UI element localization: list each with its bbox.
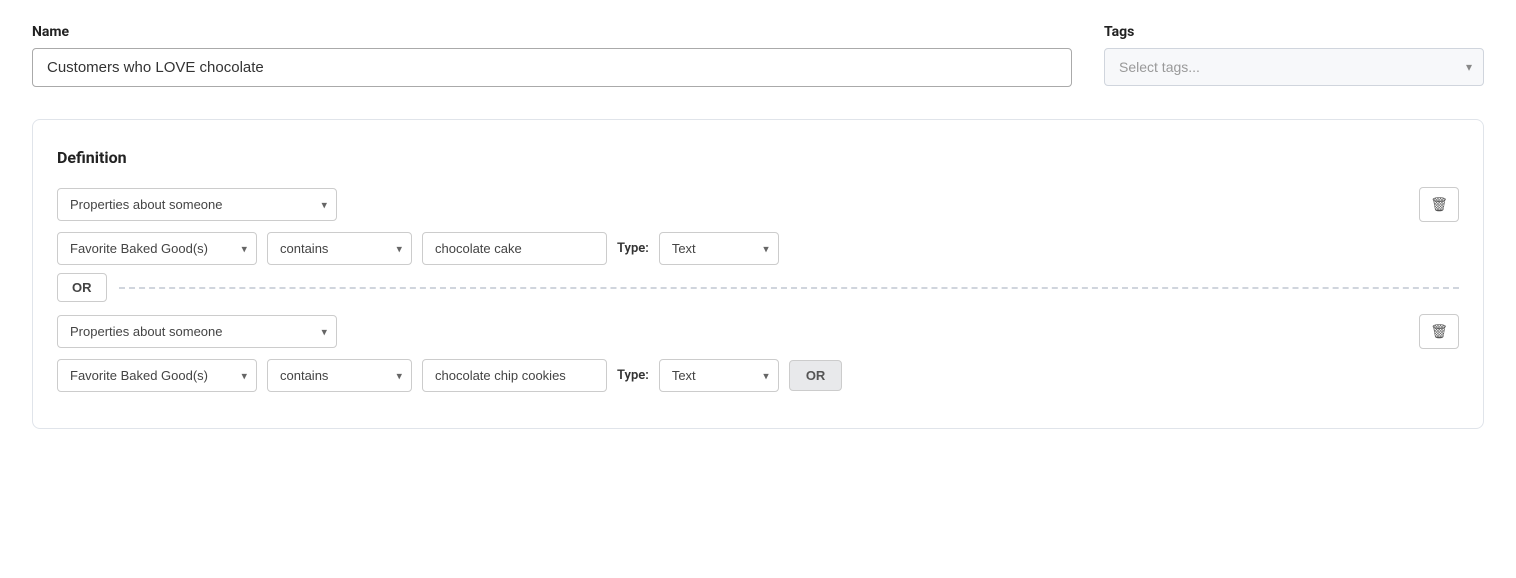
properties-row-2: Properties about someone ▾ 🗑 (57, 314, 1459, 349)
field-select-2[interactable]: Favorite Baked Good(s) (57, 359, 257, 392)
definition-section: Definition Properties about someone ▾ 🗑 … (32, 119, 1484, 429)
tags-select[interactable]: Select tags... (1104, 48, 1484, 86)
operator-dropdown-2[interactable]: contains ▾ (267, 359, 412, 392)
properties-select-1[interactable]: Properties about someone (57, 188, 337, 221)
name-group: Name (32, 24, 1072, 87)
filter-row-2: Favorite Baked Good(s) ▾ contains ▾ Type… (57, 359, 1459, 392)
condition-block-2: Properties about someone ▾ 🗑 Favorite Ba… (57, 314, 1459, 392)
delete-button-1[interactable]: 🗑 (1419, 187, 1459, 222)
filter-row-1: Favorite Baked Good(s) ▾ contains ▾ Type… (57, 232, 1459, 265)
tags-select-wrapper: Select tags... ▾ (1104, 48, 1484, 86)
or-action-button[interactable]: OR (789, 360, 843, 391)
delete-button-2[interactable]: 🗑 (1419, 314, 1459, 349)
type-label-2: Type: (617, 368, 649, 383)
properties-row-1: Properties about someone ▾ 🗑 (57, 187, 1459, 222)
field-dropdown-2[interactable]: Favorite Baked Good(s) ▾ (57, 359, 257, 392)
field-select-1[interactable]: Favorite Baked Good(s) (57, 232, 257, 265)
operator-dropdown-1[interactable]: contains ▾ (267, 232, 412, 265)
type-dropdown-1[interactable]: Text ▾ (659, 232, 779, 265)
condition-block-1: Properties about someone ▾ 🗑 Favorite Ba… (57, 187, 1459, 265)
value-input-1[interactable] (422, 232, 607, 265)
name-label: Name (32, 24, 1072, 40)
type-label-1: Type: (617, 241, 649, 256)
properties-select-2[interactable]: Properties about someone (57, 315, 337, 348)
properties-dropdown-2[interactable]: Properties about someone ▾ (57, 315, 337, 348)
name-input[interactable] (32, 48, 1072, 87)
tags-label: Tags (1104, 24, 1484, 40)
or-divider: OR (57, 273, 1459, 302)
operator-select-1[interactable]: contains (267, 232, 412, 265)
or-button[interactable]: OR (57, 273, 107, 302)
field-dropdown-1[interactable]: Favorite Baked Good(s) ▾ (57, 232, 257, 265)
tags-group: Tags Select tags... ▾ (1104, 24, 1484, 86)
value-input-2[interactable] (422, 359, 607, 392)
or-dashed-line (119, 287, 1460, 289)
type-dropdown-2[interactable]: Text ▾ (659, 359, 779, 392)
form-header: Name Tags Select tags... ▾ (32, 24, 1484, 87)
definition-title: Definition (57, 148, 1459, 167)
properties-dropdown-1[interactable]: Properties about someone ▾ (57, 188, 337, 221)
type-select-2[interactable]: Text (659, 359, 779, 392)
operator-select-2[interactable]: contains (267, 359, 412, 392)
type-select-1[interactable]: Text (659, 232, 779, 265)
